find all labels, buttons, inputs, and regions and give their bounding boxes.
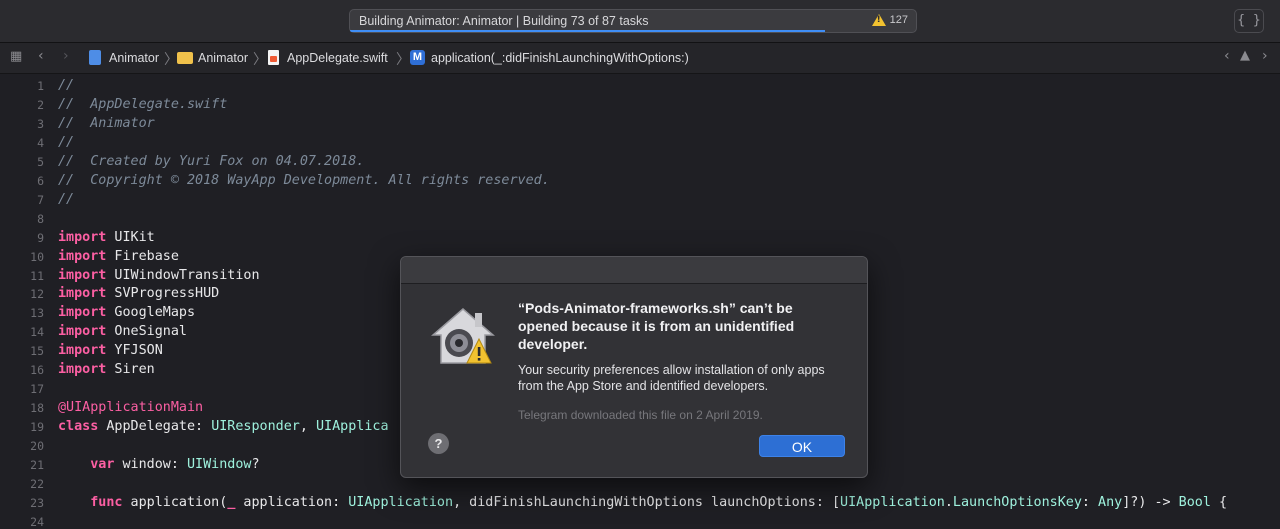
line-number: 3 xyxy=(37,116,44,131)
code-line: // Animator xyxy=(58,115,155,131)
code-line: var window: UIWindow? xyxy=(90,457,260,472)
line-number: 8 xyxy=(37,211,44,226)
code-line: // xyxy=(58,191,75,207)
code-line: // Copyright © 2018 WayApp Development. … xyxy=(58,172,550,188)
warning-count: 127 xyxy=(889,14,908,26)
line-number: 21 xyxy=(30,458,44,472)
forward-chevron-icon[interactable]: › xyxy=(63,48,69,64)
code-line: @UIApplicationMain xyxy=(58,400,204,416)
line-number: 23 xyxy=(30,495,44,510)
line-number: 24 xyxy=(30,514,44,529)
swift-file-icon xyxy=(268,50,279,65)
next-issue-chevron-icon[interactable]: › xyxy=(1262,48,1268,64)
dialog-title: “Pods-Animator-frameworks.sh” can’t be o… xyxy=(518,300,795,352)
line-number: 5 xyxy=(37,154,44,169)
dialog-message: Your security preferences allow installa… xyxy=(518,363,825,393)
line-number: 13 xyxy=(30,306,44,321)
activity-viewer[interactable]: Building Animator: Animator | Building 7… xyxy=(349,9,917,33)
code-line: import GoogleMaps xyxy=(58,305,196,321)
line-number: 1 xyxy=(37,79,44,93)
line-number: 7 xyxy=(37,192,44,207)
breadcrumb-file[interactable]: AppDelegate.swift xyxy=(287,51,388,65)
code-line: // xyxy=(58,134,75,150)
breadcrumb-project[interactable]: Animator xyxy=(109,51,159,65)
code-line: import UIWindowTransition xyxy=(58,267,260,283)
code-line: func application(_ application: UIApplic… xyxy=(90,494,1228,510)
dialog-download-note: Telegram downloaded this file on 2 April… xyxy=(518,408,763,422)
warning-indicator[interactable]: 127 xyxy=(871,14,908,26)
gatekeeper-house-icon xyxy=(431,308,495,364)
line-number: 14 xyxy=(30,325,44,340)
code-line: import YFJSON xyxy=(58,343,163,359)
line-number: 20 xyxy=(30,439,44,454)
issue-warning-icon[interactable]: ▲ xyxy=(1240,48,1250,63)
warning-icon xyxy=(871,14,886,26)
method-icon: M xyxy=(410,50,425,65)
line-number: 22 xyxy=(30,476,44,491)
code-line: // xyxy=(58,78,75,93)
breadcrumb-method[interactable]: application(_:didFinishLaunchingWithOpti… xyxy=(431,51,689,65)
code-line: import Siren xyxy=(58,362,155,378)
related-items-grid-icon[interactable]: ▦ xyxy=(10,49,22,64)
line-number: 19 xyxy=(30,420,44,435)
security-alert-dialog: “Pods-Animator-frameworks.sh” can’t be o… xyxy=(400,256,868,478)
breadcrumb-group[interactable]: Animator xyxy=(198,51,248,65)
line-number: 16 xyxy=(30,363,44,378)
code-line: class AppDelegate: UIResponder, UIApplic… xyxy=(58,419,389,435)
folder-icon xyxy=(177,52,193,64)
breadcrumb-separator: 〉 xyxy=(396,52,410,68)
line-number: 6 xyxy=(37,173,44,188)
line-number: 9 xyxy=(37,230,44,245)
line-number: 4 xyxy=(37,135,44,150)
dialog-titlebar xyxy=(401,257,867,284)
library-button[interactable]: { } xyxy=(1234,9,1264,33)
code-line: import OneSignal xyxy=(58,324,187,340)
line-number: 18 xyxy=(30,401,44,416)
breadcrumb-separator: 〉 xyxy=(164,52,178,68)
line-number: 10 xyxy=(30,249,44,264)
code-line: import SVProgressHUD xyxy=(58,286,220,302)
code-line: // Created by Yuri Fox on 04.07.2018. xyxy=(58,153,365,169)
code-line: import Firebase xyxy=(58,248,179,264)
toolbar: Building Animator: Animator | Building 7… xyxy=(0,0,1280,43)
back-chevron-icon[interactable]: ‹ xyxy=(38,48,44,64)
code-line: import UIKit xyxy=(58,229,155,245)
project-icon xyxy=(89,50,101,65)
line-number: 17 xyxy=(30,382,44,397)
ok-button[interactable]: OK xyxy=(759,435,845,457)
code-line: // AppDelegate.swift xyxy=(58,96,228,112)
line-number: 12 xyxy=(30,287,44,302)
jump-bar: ▦ ‹ › Animator 〉 Animator 〉 AppDelegate.… xyxy=(0,43,1280,74)
previous-issue-chevron-icon[interactable]: ‹ xyxy=(1224,48,1230,64)
build-status-text: Building Animator: Animator | Building 7… xyxy=(359,14,649,28)
line-number: 11 xyxy=(30,268,44,283)
line-number: 2 xyxy=(37,97,44,112)
line-number: 15 xyxy=(30,344,44,359)
breadcrumb-separator: 〉 xyxy=(253,52,267,68)
help-button[interactable]: ? xyxy=(428,433,449,454)
build-progress-bar xyxy=(350,30,826,32)
